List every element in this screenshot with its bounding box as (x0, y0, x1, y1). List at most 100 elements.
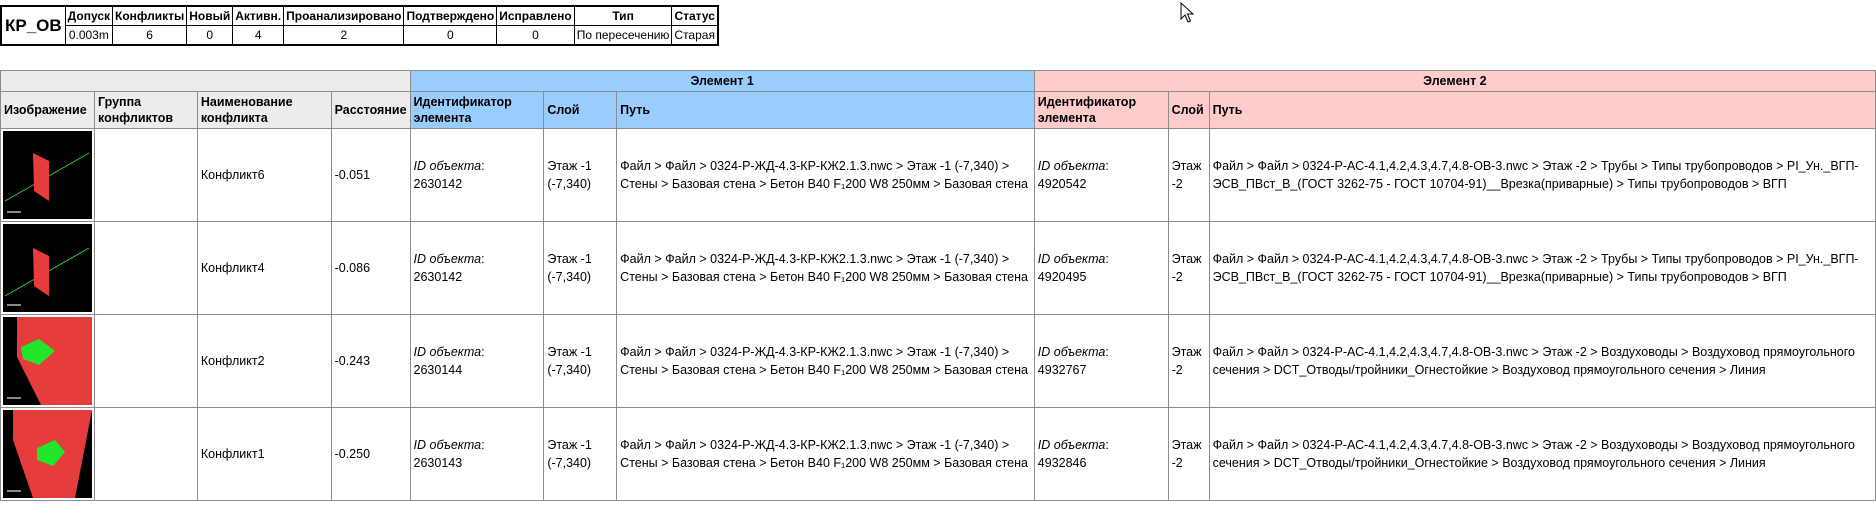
col-header-e2-id: Идентификатор элемента (1033, 91, 1169, 129)
summary-clashes: 6 (111, 25, 188, 46)
e1-id-value: 2630142 (413, 177, 463, 191)
mouse-cursor-icon (1180, 2, 1194, 23)
summary-header-resolved: Исправлено (496, 5, 575, 26)
clash-distance: -0.086 (330, 221, 411, 315)
clash-group (94, 407, 198, 501)
clash-thumbnail-wall-duct[interactable] (3, 410, 92, 498)
e2-id: ID объекта: 4920542 (1033, 128, 1169, 222)
col-header-e1-path: Путь (616, 91, 1035, 129)
summary-header-type: Тип (573, 5, 673, 26)
e2-id-value: 4932767 (1037, 363, 1087, 377)
clash-distance: -0.250 (330, 407, 411, 501)
clash-name: Конфликт4 (196, 221, 332, 315)
e2-layer: Этаж -2 (1167, 407, 1210, 501)
summary-status: Старая (671, 25, 719, 46)
clash-row: Конфликт2 -0.243 ID объекта: 2630144 Этаж… (0, 314, 1876, 408)
e1-path: Файл > Файл > 0324-Р-ЖД-4.3-КР-КЖ2.1.3.n… (616, 314, 1035, 408)
clash-thumbnail-wall-duct[interactable] (3, 317, 92, 405)
group-header-row: Элемент 1 Элемент 2 (0, 70, 1876, 92)
summary-active: 4 (232, 25, 285, 46)
id-label: ID объекта (1037, 345, 1106, 359)
e1-path: Файл > Файл > 0324-Р-ЖД-4.3-КР-КЖ2.1.3.n… (616, 128, 1035, 222)
clash-distance: -0.051 (330, 128, 411, 222)
e2-id: ID объекта: 4932846 (1033, 407, 1169, 501)
e2-layer: Этаж -2 (1167, 128, 1210, 222)
clash-name: Конфликт1 (196, 407, 332, 501)
col-header-e1-layer: Слой (543, 91, 618, 129)
summary-approved: 0 (403, 25, 498, 46)
id-label: ID объекта (1037, 438, 1106, 452)
summary-reviewed: 2 (283, 25, 405, 46)
e2-id-value: 4932846 (1037, 456, 1087, 470)
col-header-e2-path: Путь (1208, 91, 1876, 129)
clash-image-cell (0, 128, 95, 222)
clash-image-cell (0, 407, 95, 501)
e1-id-value: 2630143 (413, 456, 463, 470)
clash-image-cell (0, 221, 95, 315)
summary-header-approved: Подтверждено (403, 5, 498, 26)
summary-tolerance: 0.003m (64, 25, 114, 46)
summary-type: По пересечению (573, 25, 673, 46)
summary-header-tolerance: Допуск (64, 5, 114, 26)
column-header-row: Изображение Группа конфликтов Наименован… (0, 91, 1876, 129)
clash-thumbnail-wall-pipe[interactable] (3, 224, 92, 312)
e1-layer: Этаж -1 (-7,340) (543, 407, 618, 501)
summary-value-row: 0.003m 6 0 4 2 0 0 По пересечению Старая (1, 25, 719, 46)
test-name: КР_ОВ (0, 5, 66, 46)
id-label: ID объекта (413, 159, 482, 173)
e1-path: Файл > Файл > 0324-Р-ЖД-4.3-КР-КЖ2.1.3.n… (616, 221, 1035, 315)
e1-layer: Этаж -1 (-7,340) (543, 314, 618, 408)
clash-image-cell (0, 314, 95, 408)
id-label: ID объекта (413, 252, 482, 266)
e1-id-value: 2630142 (413, 270, 463, 284)
clash-group (94, 221, 198, 315)
clash-group (94, 128, 198, 222)
e1-layer: Этаж -1 (-7,340) (543, 221, 618, 315)
e2-id: ID объекта: 4932767 (1033, 314, 1169, 408)
id-label: ID объекта (1037, 252, 1106, 266)
col-header-group: Группа конфликтов (94, 91, 198, 129)
clash-row: Конфликт6 -0.051 ID объекта: 2630142 Этаж… (0, 128, 1876, 222)
e2-path: Файл > Файл > 0324-Р-АС-4.1,4.2,4.3,4.7,… (1208, 221, 1876, 315)
e1-id: ID объекта: 2630142 (409, 221, 545, 315)
col-header-name: Наименование конфликта (196, 91, 332, 129)
e1-id-value: 2630144 (413, 363, 463, 377)
e2-layer: Этаж -2 (1167, 314, 1210, 408)
group-header-element1: Элемент 1 (409, 70, 1035, 92)
e1-id: ID объекта: 2630144 (409, 314, 545, 408)
summary-header-reviewed: Проанализировано (283, 5, 405, 26)
clash-distance: -0.243 (330, 314, 411, 408)
group-header-spacer (0, 70, 411, 92)
summary-new: 0 (186, 25, 234, 46)
clash-results-table: Элемент 1 Элемент 2 Изображение Группа к… (0, 70, 1876, 501)
e2-path: Файл > Файл > 0324-Р-АС-4.1,4.2,4.3,4.7,… (1208, 128, 1876, 222)
col-header-e2-layer: Слой (1167, 91, 1210, 129)
e1-path: Файл > Файл > 0324-Р-ЖД-4.3-КР-КЖ2.1.3.n… (616, 407, 1035, 501)
id-label: ID объекта (413, 345, 482, 359)
summary-resolved: 0 (496, 25, 575, 46)
clash-group (94, 314, 198, 408)
e1-layer: Этаж -1 (-7,340) (543, 128, 618, 222)
clash-row: Конфликт1 -0.250 ID объекта: 2630143 Этаж… (0, 407, 1876, 501)
summary-header-status: Статус (671, 5, 719, 26)
clash-name: Конфликт2 (196, 314, 332, 408)
e1-id: ID объекта: 2630142 (409, 128, 545, 222)
id-label: ID объекта (1037, 159, 1106, 173)
e2-id-value: 4920495 (1037, 270, 1087, 284)
summary-header-new: Новый (186, 5, 234, 26)
id-label: ID объекта (413, 438, 482, 452)
col-header-image: Изображение (0, 91, 95, 129)
clash-row: Конфликт4 -0.086 ID объекта: 2630142 Этаж… (0, 221, 1876, 315)
e2-id-value: 4920542 (1037, 177, 1087, 191)
summary-header-row: КР_ОВ Допуск Конфликты Новый Активн. Про… (0, 5, 719, 46)
e2-path: Файл > Файл > 0324-Р-АС-4.1,4.2,4.3,4.7,… (1208, 407, 1876, 501)
clash-name: Конфликт6 (196, 128, 332, 222)
test-summary-table: КР_ОВ Допуск Конфликты Новый Активн. Про… (0, 5, 719, 46)
e2-id: ID объекта: 4920495 (1033, 221, 1169, 315)
clash-thumbnail-wall-pipe[interactable] (3, 131, 92, 219)
e1-id: ID объекта: 2630143 (409, 407, 545, 501)
summary-header-clashes: Конфликты (111, 5, 188, 26)
col-header-e1-id: Идентификатор элемента (409, 91, 545, 129)
col-header-distance: Расстояние (330, 91, 411, 129)
summary-header-active: Активн. (232, 5, 285, 26)
